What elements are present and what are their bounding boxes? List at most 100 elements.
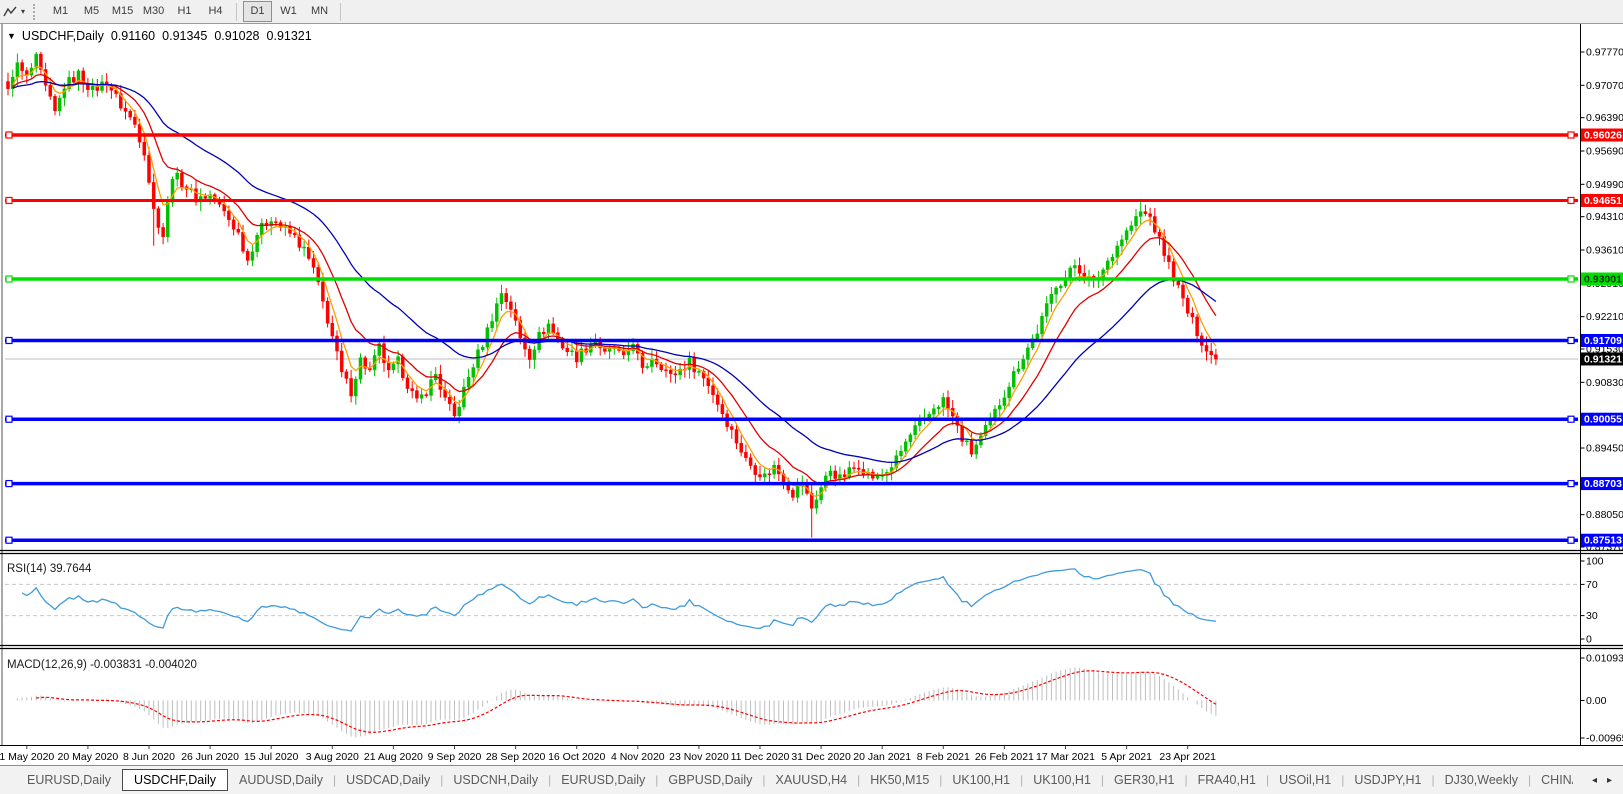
price-axis-label: 0.89450 <box>1586 443 1623 455</box>
price-axis-label: 0.96390 <box>1586 112 1623 124</box>
price-level-badge: 0.94651 <box>1584 195 1622 207</box>
tab-ger30-h1[interactable]: GER30,H1 <box>1105 770 1183 790</box>
period-button-d1[interactable]: D1 <box>243 1 273 22</box>
tab-scroll-left-button[interactable]: ◂ <box>1587 773 1602 788</box>
collapse-icon[interactable]: ▼ <box>7 31 16 41</box>
tab-eurusd-daily[interactable]: EURUSD,Daily <box>18 770 120 790</box>
tab-gbpusd-daily[interactable]: GBPUSD,Daily <box>659 770 761 790</box>
price-axis-label: 0.93610 <box>1586 245 1623 257</box>
date-axis-label: 28 Sep 2020 <box>486 751 546 763</box>
date-axis-label: 21 Aug 2020 <box>364 751 423 763</box>
period-button-m30[interactable]: M30 <box>139 1 168 22</box>
date-axis-label: 4 Nov 2020 <box>611 751 665 763</box>
tab-usoil-h1[interactable]: USOil,H1 <box>1270 770 1340 790</box>
tab-usdchf-daily[interactable]: USDCHF,Daily <box>122 769 228 791</box>
tab-uk100-h1[interactable]: UK100,H1 <box>943 770 1019 790</box>
price-level-badge: 0.88703 <box>1584 478 1622 490</box>
period-button-m1[interactable]: M1 <box>46 1 75 22</box>
date-axis-label: 11 Dec 2020 <box>731 751 790 763</box>
tab-scroll-right-button[interactable]: ▸ <box>1602 773 1617 788</box>
date-axis-label: 26 Feb 2021 <box>975 751 1034 763</box>
macd-signal-line <box>36 670 1217 733</box>
ma-fast-line <box>12 65 1217 498</box>
date-axis-label: 15 Jul 2020 <box>244 751 298 763</box>
toolbar-grip-handle[interactable] <box>33 3 38 20</box>
tab-dj30-weekly[interactable]: DJ30,Weekly <box>1436 770 1527 790</box>
indicator-zigzag-icon <box>3 6 17 16</box>
tab-usdjpy-h1[interactable]: USDJPY,H1 <box>1345 770 1430 790</box>
date-axis-label: 3 Aug 2020 <box>306 751 359 763</box>
date-axis-label: 17 Mar 2021 <box>1036 751 1095 763</box>
price-axis-label: 0.95690 <box>1586 145 1623 157</box>
date-axis: 1 May 2020 20 May 2020 8 Jun 2020 26 Jun 20… <box>0 745 1216 763</box>
date-axis-label: 31 Dec 2020 <box>791 751 851 763</box>
date-axis-label: 20 Jan 2021 <box>853 751 911 763</box>
candlestick-series <box>6 51 1218 538</box>
date-axis-label: 5 Apr 2021 <box>1101 751 1152 763</box>
rsi-scale-label: 30 <box>1586 610 1598 622</box>
macd-scale-label: 0.00 <box>1586 695 1607 707</box>
chart-title: ▼ USDCHF,Daily 0.91160 0.91345 0.91028 0… <box>7 29 319 43</box>
price-level-badge: 0.91709 <box>1584 335 1622 347</box>
price-axis-label: 0.97070 <box>1586 80 1623 92</box>
date-axis-label: 1 May 2020 <box>0 751 54 763</box>
price-axis-label: 0.94990 <box>1586 179 1623 191</box>
price-axis-label: 0.94310 <box>1586 211 1623 223</box>
chart-canvas[interactable]: 0.97770 0.97070 0.96390 0.95690 0.94990 0.943… <box>0 24 1623 766</box>
tab-fra40-h1[interactable]: FRA40,H1 <box>1189 770 1265 790</box>
price-axis-label: 0.88050 <box>1586 509 1623 521</box>
tab-scroll-controls: ◂ ▸ <box>1573 766 1623 794</box>
tab-hk50-m15[interactable]: HK50,M15 <box>861 770 938 790</box>
moving-average-lines <box>12 65 1217 498</box>
tab-xauusd-h4[interactable]: XAUUSD,H4 <box>767 770 857 790</box>
ohlc-high: 0.91345 <box>162 29 208 43</box>
rsi-scale-label: 100 <box>1586 556 1604 568</box>
price-axis-label: 0.92210 <box>1586 311 1623 323</box>
macd-indicator-label: MACD(12,26,9) -0.003831 -0.004020 <box>7 659 197 671</box>
caret-down-icon: ▾ <box>21 6 26 16</box>
tab-usdcad-daily[interactable]: USDCAD,Daily <box>337 770 439 790</box>
ohlc-open: 0.91160 <box>110 29 156 43</box>
price-level-badge: 0.91321 <box>1584 353 1622 365</box>
ma-slow-line <box>12 80 1217 464</box>
rsi-scale-label: 70 <box>1586 579 1598 591</box>
period-button-m5[interactable]: M5 <box>77 1 106 22</box>
period-button-w1[interactable]: W1 <box>274 1 303 22</box>
period-button-h4[interactable]: H4 <box>201 1 230 22</box>
period-button-mn[interactable]: MN <box>305 1 334 22</box>
date-axis-label: 8 Jun 2020 <box>123 751 175 763</box>
ohlc-close: 0.91321 <box>266 29 312 43</box>
toolbar-separator <box>236 2 238 21</box>
horizontal-level-lines[interactable] <box>5 131 1578 544</box>
macd-scale-label: 0.010933 <box>1586 653 1623 665</box>
tab-uk100-h1[interactable]: UK100,H1 <box>1024 770 1100 790</box>
price-level-badge: 0.90055 <box>1584 414 1622 426</box>
tab-eurusd-daily[interactable]: EURUSD,Daily <box>552 770 654 790</box>
rsi-panel: 100 70 30 0 <box>5 556 1604 646</box>
ohlc-low: 0.91028 <box>214 29 260 43</box>
period-button-h1[interactable]: H1 <box>170 1 199 22</box>
date-axis-label: 20 May 2020 <box>58 751 119 763</box>
price-level-badge: 0.87513 <box>1584 535 1622 547</box>
chart-window[interactable]: ▼ USDCHF,Daily 0.91160 0.91345 0.91028 0… <box>0 23 1623 765</box>
rsi-scale-label: 0 <box>1586 634 1592 646</box>
period-button-m15[interactable]: M15 <box>108 1 137 22</box>
toolbar-separator <box>340 2 342 21</box>
macd-scale-label: -0.009653 <box>1586 733 1623 745</box>
rsi-line <box>21 568 1216 632</box>
top-toolbar: ▾ M1 M5 M15 M30 H1 H4 D1 W1 MN <box>0 0 1623 24</box>
chart-frame <box>0 24 1623 746</box>
date-axis-label: 8 Feb 2021 <box>917 751 970 763</box>
indicators-button[interactable]: ▾ <box>0 2 29 21</box>
price-axis: 0.97770 0.97070 0.96390 0.95690 0.94990 0.943… <box>1580 46 1623 554</box>
price-level-badge: 0.93001 <box>1584 273 1622 285</box>
price-axis-label: 0.97770 <box>1586 46 1623 58</box>
date-axis-label: 26 Jun 2020 <box>181 751 239 763</box>
price-axis-label: 0.90830 <box>1586 377 1623 389</box>
chart-tabs-bar: EURUSD,Daily USDCHF,Daily AUDUSD,Daily | USD… <box>0 765 1623 794</box>
date-axis-label: 16 Oct 2020 <box>548 751 605 763</box>
rsi-indicator-label: RSI(14) 39.7644 <box>7 563 92 575</box>
tab-audusd-daily[interactable]: AUDUSD,Daily <box>230 770 332 790</box>
price-level-badge: 0.96026 <box>1584 130 1622 142</box>
tab-usdcnh-daily[interactable]: USDCNH,Daily <box>444 770 547 790</box>
